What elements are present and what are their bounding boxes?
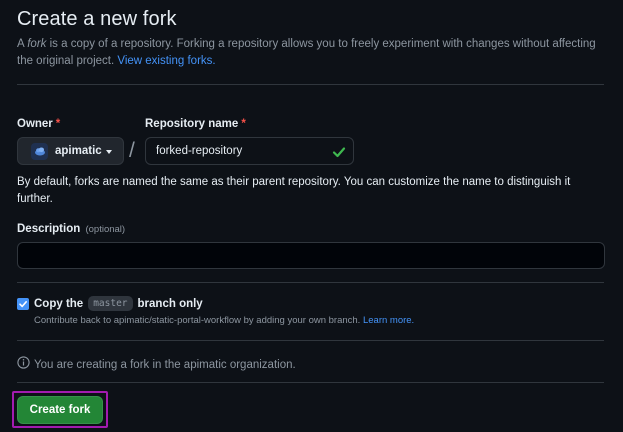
- repository-name-label-text: Repository name: [145, 118, 239, 130]
- description-input[interactable]: [17, 242, 605, 269]
- repository-name-input[interactable]: [146, 138, 353, 164]
- owner-label: Owner *: [17, 118, 60, 130]
- page-title: Create a new fork: [17, 8, 177, 30]
- repository-name-helper: By default, forks are named the same as …: [17, 176, 571, 205]
- owner-required-mark: *: [55, 118, 61, 130]
- chevron-down-icon: [105, 149, 112, 154]
- intro-fork-word: fork: [27, 38, 47, 50]
- create-fork-button[interactable]: Create fork: [17, 396, 103, 424]
- copy-branch-description: Contribute back to apimatic/static-porta…: [34, 315, 414, 326]
- branch-name-chip: master: [88, 296, 133, 311]
- checkmark-icon: [19, 300, 27, 307]
- owner-select-button[interactable]: apimatic: [17, 137, 124, 165]
- create-fork-page: Create a new fork A fork is a copy of a …: [0, 0, 623, 432]
- divider: [17, 84, 604, 85]
- repository-name-field: [145, 137, 354, 165]
- copy-branch-option: Copy the master branch only: [17, 296, 203, 311]
- description-label-text: Description: [17, 223, 81, 235]
- owner-label-text: Owner: [17, 118, 53, 130]
- intro-rest: is a copy of a repository. Forking a rep…: [17, 38, 596, 67]
- owner-name: apimatic: [55, 145, 102, 157]
- copy-branch-prefix: Copy the: [34, 297, 84, 310]
- copy-branch-suffix: branch only: [137, 297, 203, 310]
- repository-name-label: Repository name *: [145, 118, 246, 130]
- divider: [17, 282, 604, 283]
- optional-label: (optional): [85, 224, 126, 235]
- view-existing-forks-link[interactable]: View existing forks.: [117, 55, 215, 67]
- divider: [17, 340, 604, 341]
- owner-repo-separator: /: [129, 139, 135, 162]
- check-icon: [332, 145, 346, 164]
- divider: [17, 382, 604, 383]
- copy-branch-label: Copy the master branch only: [34, 296, 203, 311]
- copy-branch-sub-text: Contribute back to apimatic/static-porta…: [34, 315, 363, 326]
- learn-more-link[interactable]: Learn more.: [363, 315, 414, 326]
- description-label: Description (optional): [17, 223, 125, 235]
- intro-prefix: A: [17, 38, 28, 50]
- repository-required-mark: *: [241, 118, 246, 130]
- copy-branch-checkbox[interactable]: [17, 297, 29, 310]
- fork-info-message: You are creating a fork in the apimatic …: [17, 356, 296, 374]
- info-icon: [17, 356, 30, 374]
- info-text: You are creating a fork in the apimatic …: [34, 359, 296, 371]
- org-avatar-icon: [31, 142, 48, 160]
- intro-text: A fork is a copy of a repository. Forkin…: [17, 36, 597, 70]
